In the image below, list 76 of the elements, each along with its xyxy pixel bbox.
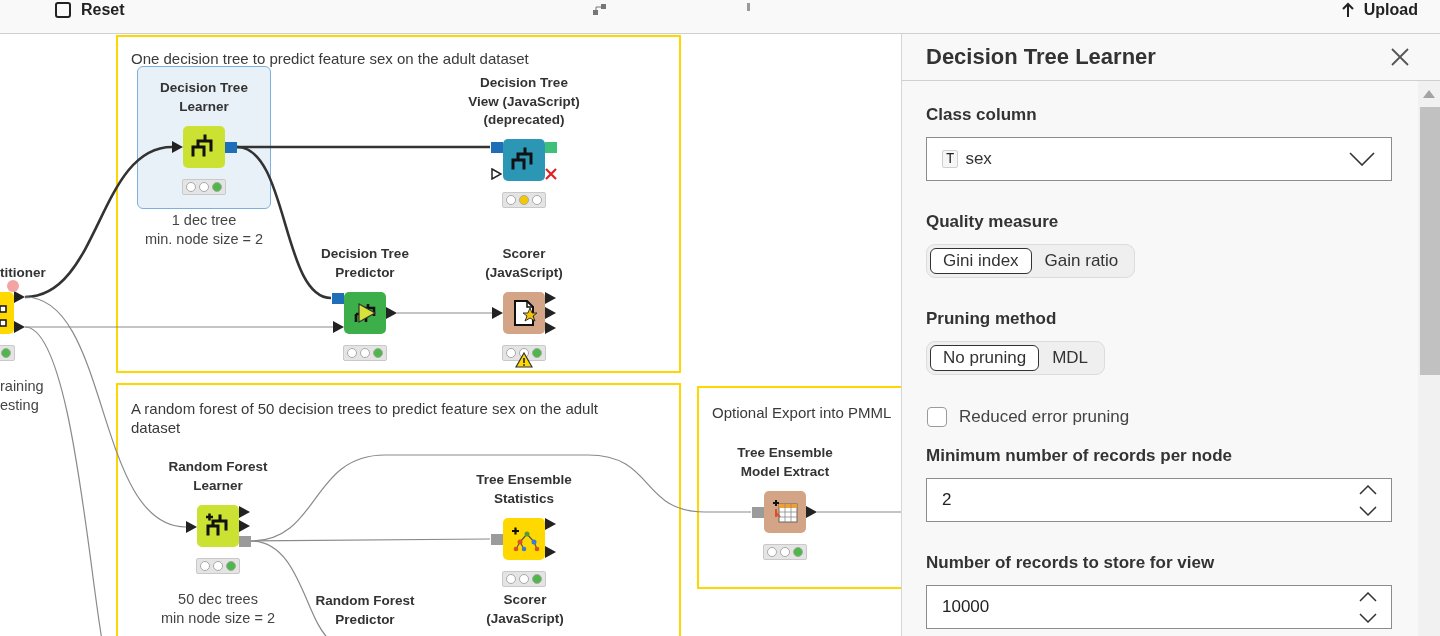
squares-icon[interactable] — [0, 292, 14, 334]
dot-icon — [7, 280, 19, 292]
arrow-up-icon — [1341, 2, 1354, 18]
node-comment: 50 dec trees min node size = 2 — [160, 590, 276, 628]
upload-button[interactable]: Upload — [1341, 1, 1418, 19]
triangle-port-icon[interactable] — [545, 322, 556, 334]
segment-option[interactable]: MDL — [1039, 345, 1102, 371]
node-title: Decision Tree Learner — [159, 79, 249, 116]
node-title: Decision Tree Predictor — [320, 245, 410, 282]
triangle-port-icon[interactable] — [545, 546, 556, 558]
node-comment: 1 dec tree min. node size = 2 — [144, 211, 264, 249]
triangle-port-icon[interactable] — [333, 321, 344, 333]
square-port-icon[interactable] — [225, 141, 237, 153]
triangle-port-icon[interactable] — [14, 291, 25, 303]
tree-plus-icon[interactable] — [197, 505, 239, 547]
number-field[interactable]: 10000 — [926, 585, 1392, 629]
triangle-port-icon[interactable] — [545, 307, 556, 319]
square-port-icon[interactable] — [332, 292, 344, 304]
bar-icon[interactable] — [746, 3, 750, 11]
chevron-down-icon[interactable] — [1349, 152, 1375, 166]
tree-icon[interactable] — [503, 139, 545, 181]
checkbox[interactable] — [927, 407, 947, 427]
dropdown-field[interactable]: T sex — [926, 137, 1392, 181]
setting-label: Class column — [926, 104, 1037, 126]
square-port-icon[interactable] — [752, 506, 764, 518]
column-type-tag: T — [942, 150, 959, 168]
node-title: Tree Ensemble Statistics — [475, 471, 573, 508]
annotation-text: Optional Export into PMML — [712, 403, 892, 422]
setting-label: Number of records to store for view — [926, 552, 1215, 574]
diagram-icon[interactable] — [592, 4, 607, 16]
triangle-port-icon[interactable] — [386, 307, 397, 319]
annotation-text: One decision tree to predict feature sex on the adult dataset — [131, 49, 529, 68]
node-title: Tree Ensemble Model Extract — [736, 444, 834, 481]
colored-tree-icon[interactable] — [503, 518, 545, 560]
hollow-triangle-port-icon[interactable] — [491, 168, 502, 180]
segment-option[interactable]: No pruning — [930, 345, 1040, 371]
setting-label: Quality measure — [926, 211, 1059, 233]
spinner-up-icon[interactable] — [1359, 485, 1377, 495]
node-title: Random Forest Predictor — [314, 592, 416, 629]
node-title: Scorer (JavaScript) — [485, 591, 565, 628]
node-title: titioner — [0, 263, 46, 282]
node-title: Scorer (JavaScript) — [484, 245, 564, 282]
reset-button[interactable]: Reset — [55, 1, 125, 19]
scrollbar-thumb[interactable] — [1420, 107, 1440, 375]
spinner-down-icon[interactable] — [1359, 613, 1377, 623]
checkbox-label: Reduced error pruning — [959, 406, 1130, 428]
node-comment: raining esting — [0, 377, 44, 415]
annotation-text: A random forest of 50 decision trees to predict feature sex on the adult dataset — [131, 399, 599, 437]
node-title: Random Forest Learner — [167, 458, 269, 495]
tree-icon[interactable] — [183, 126, 225, 168]
triangle-port-icon[interactable] — [239, 520, 250, 532]
square-port-icon[interactable] — [491, 141, 503, 153]
close-button[interactable] — [1390, 47, 1410, 67]
square-port-icon[interactable] — [491, 533, 503, 545]
triangle-port-icon[interactable] — [806, 506, 817, 518]
spinner-down-icon[interactable] — [1359, 506, 1377, 516]
triangle-port-icon[interactable] — [545, 292, 556, 304]
number-field[interactable]: 2 — [926, 478, 1392, 522]
node-title: Decision Tree View (JavaScript) (deprecated) — [467, 73, 581, 129]
triangle-port-icon[interactable] — [492, 307, 503, 319]
triangle-port-icon[interactable] — [172, 141, 183, 153]
triangle-port-icon[interactable] — [239, 506, 250, 518]
triangle-port-icon[interactable] — [545, 518, 556, 530]
spinner-up-icon[interactable] — [1359, 592, 1377, 602]
table-icon[interactable] — [764, 491, 806, 533]
setting-label: Pruning method — [926, 308, 1057, 330]
segment-option[interactable]: Gini index — [930, 248, 1032, 274]
triangle-port-icon[interactable] — [14, 321, 25, 333]
setting-label: Minimum number of records per node — [926, 445, 1233, 467]
segment-option[interactable]: Gain ratio — [1031, 248, 1132, 274]
square-icon — [55, 2, 71, 18]
tree-play-icon[interactable] — [344, 292, 386, 334]
cross-icon — [545, 168, 557, 180]
scrollbar-track[interactable] — [1418, 81, 1440, 636]
triangle-port-icon[interactable] — [186, 521, 197, 533]
panel-title: Decision Tree Learner — [926, 43, 1156, 71]
